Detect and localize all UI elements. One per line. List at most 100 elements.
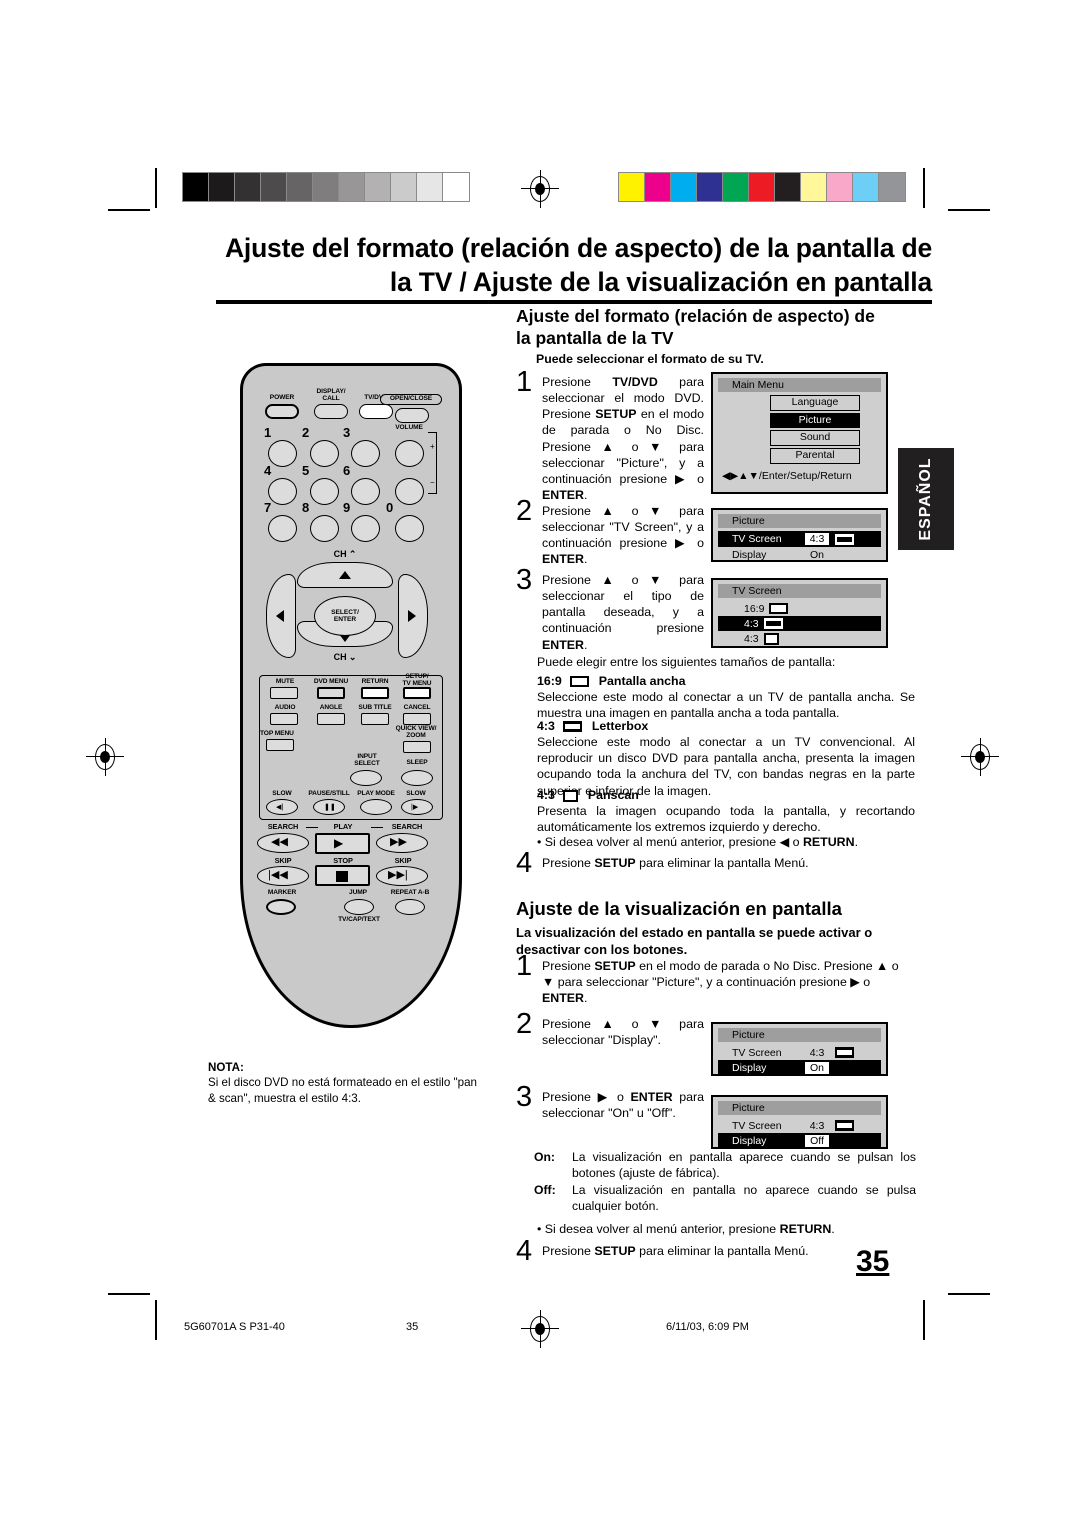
remote-button-angle[interactable]	[317, 713, 345, 725]
calibration-swatch-1	[645, 173, 671, 201]
left-arrow-icon	[276, 610, 284, 622]
skip-previous-icon: |◀◀	[268, 869, 288, 881]
definition-value: La visualización en pantalla no aparece …	[572, 1182, 916, 1213]
letterbox-glyph	[835, 533, 854, 545]
osd-row-display[interactable]: Display On	[718, 1060, 881, 1076]
step-text: Presione ▶ o ENTER para seleccionar "On"…	[542, 1090, 704, 1121]
osd-menu-item-sound[interactable]: Sound	[770, 430, 860, 446]
calibration-swatch-8	[391, 173, 417, 201]
step-number: 1	[516, 950, 533, 982]
remote-button-0[interactable]	[395, 515, 424, 542]
mode-heading: 16:9 Pantalla ancha	[537, 673, 915, 689]
osd-row-43-letterbox[interactable]: 4:3	[718, 616, 881, 631]
remote-button-quick-view-zoom[interactable]	[403, 741, 431, 753]
remote-button-8[interactable]	[310, 515, 339, 542]
remote-button-3[interactable]	[351, 440, 380, 467]
remote-label-jump: JUMP	[349, 889, 367, 896]
remote-button-dvd-menu[interactable]	[317, 687, 345, 699]
osd-row-tv-screen[interactable]: TV Screen 4:3	[718, 1045, 881, 1060]
definition-on: On: La visualización en pantalla aparece…	[534, 1150, 916, 1182]
remote-number-label-5: 5	[302, 463, 310, 478]
osd-tv-screen-options: TV Screen 16:9 4:3 4:3	[711, 578, 888, 648]
registration-mark-right	[961, 738, 999, 776]
section1-return-note: • Si desea volver al menú anterior, pres…	[537, 835, 859, 849]
remote-button-cancel[interactable]	[403, 713, 431, 725]
page-number: 35	[856, 1245, 890, 1278]
remote-button-5[interactable]	[310, 478, 339, 505]
section1-title: Ajuste del formato (relación de aspecto)…	[516, 305, 916, 350]
remote-button-display-call[interactable]	[314, 404, 348, 419]
osd-row-label: Display	[732, 548, 767, 561]
remote-button-marker[interactable]	[266, 899, 296, 915]
section2-step-3: 3 Presione ▶ o ENTER para seleccionar "O…	[516, 1083, 704, 1121]
remote-label-tv-cap-text: TV/CAP/TEXT	[338, 916, 380, 923]
osd-navigation-hint: ◀▶▲▼/Enter/Setup/Return	[722, 469, 852, 482]
screen-sizes-intro: Puede elegir entre los siguientes tamaño…	[537, 655, 836, 669]
remote-button-mute[interactable]	[270, 687, 298, 699]
step-number: 4	[516, 1235, 533, 1267]
remote-button-tvdvd[interactable]	[359, 404, 393, 419]
play-rule-right	[371, 827, 383, 829]
section1-step-3: 3 Presione ▲ o ▼ para seleccionar el tip…	[516, 566, 704, 653]
remote-button-volume-up[interactable]	[395, 440, 424, 467]
mode-heading: 4:3 Letterbox	[537, 718, 915, 734]
remote-button-repeat-ab[interactable]	[395, 899, 425, 915]
remote-button-1[interactable]	[268, 440, 297, 467]
remote-button-audio[interactable]	[270, 713, 298, 725]
crop-mark-right-v	[923, 168, 925, 208]
osd-row-label: Display	[732, 1135, 767, 1147]
registration-mark-top	[521, 170, 559, 208]
nota-heading: NOTA:	[208, 1061, 244, 1074]
osd-row-tv-screen[interactable]: TV Screen 4:3	[718, 1118, 881, 1133]
calibration-swatch-6	[775, 173, 801, 201]
calibration-swatch-4	[287, 173, 313, 201]
remote-button-volume-down[interactable]	[395, 478, 424, 505]
remote-button-return[interactable]	[361, 687, 389, 699]
remote-button-6[interactable]	[351, 478, 380, 505]
mode-widescreen: 16:9 Pantalla ancha Seleccione este modo…	[537, 673, 915, 721]
remote-number-label-1: 1	[264, 425, 272, 440]
osd-menu-item-parental[interactable]: Parental	[770, 447, 860, 464]
remote-button-setup-tv-menu[interactable]	[403, 687, 431, 699]
remote-button-play-mode[interactable]	[360, 799, 392, 815]
calibration-swatch-4	[723, 173, 749, 201]
osd-row-tv-screen[interactable]: TV Screen 4:3	[718, 531, 881, 547]
grayscale-calibration-bar	[182, 172, 470, 202]
widescreen-glyph	[570, 676, 590, 688]
remote-button-select-enter[interactable]: SELECT/ ENTER	[314, 596, 376, 636]
osd-menu-item-language[interactable]: Language	[770, 395, 860, 411]
osd-title: TV Screen	[718, 584, 881, 598]
remote-button-top-menu[interactable]	[266, 739, 294, 751]
osd-row-display[interactable]: Display On	[718, 547, 881, 562]
remote-button-sleep[interactable]	[401, 770, 433, 786]
calibration-swatch-0	[183, 173, 209, 201]
page-title: Ajuste del formato (relación de aspecto)…	[216, 232, 932, 299]
osd-row-display[interactable]: Display Off	[718, 1133, 881, 1149]
section1-title-line2: la pantalla de la TV	[516, 328, 674, 349]
section1-step-2: 2 Presione ▲ o ▼ para seleccionar "TV Sc…	[516, 497, 704, 568]
letterbox-glyph	[763, 618, 783, 629]
osd-menu-item-picture[interactable]: Picture	[770, 412, 860, 429]
remote-button-9[interactable]	[351, 515, 380, 542]
osd-picture-tv-screen: Picture TV Screen 4:3 Display On	[711, 508, 888, 562]
remote-button-jump[interactable]	[344, 899, 374, 915]
up-arrow-icon	[339, 571, 351, 579]
section1-lead: Puede seleccionar el formato de su TV.	[536, 352, 764, 366]
osd-row-label: Display	[732, 1062, 767, 1074]
osd-row-label: TV Screen	[732, 1046, 782, 1059]
osd-row-43-panscan[interactable]: 4:3	[718, 631, 881, 646]
remote-button-7[interactable]	[268, 515, 297, 542]
remote-button-2[interactable]	[310, 440, 339, 467]
remote-label-repeat-ab: REPEAT A-B	[390, 889, 430, 896]
remote-button-4[interactable]	[268, 478, 297, 505]
remote-button-open-close[interactable]	[395, 408, 429, 423]
remote-button-sub-title[interactable]	[361, 713, 389, 725]
osd-title: Picture	[718, 514, 881, 528]
remote-button-power[interactable]	[265, 404, 299, 419]
remote-button-input-select[interactable]	[350, 770, 382, 786]
fast-forward-icon: ▶▶	[390, 836, 407, 848]
osd-row-169[interactable]: 16:9	[718, 601, 881, 616]
osd-row-value: 4:3	[809, 1046, 825, 1059]
osd-picture-display-on: Picture TV Screen 4:3 Display On	[711, 1022, 888, 1076]
registration-mark-left	[86, 738, 124, 776]
